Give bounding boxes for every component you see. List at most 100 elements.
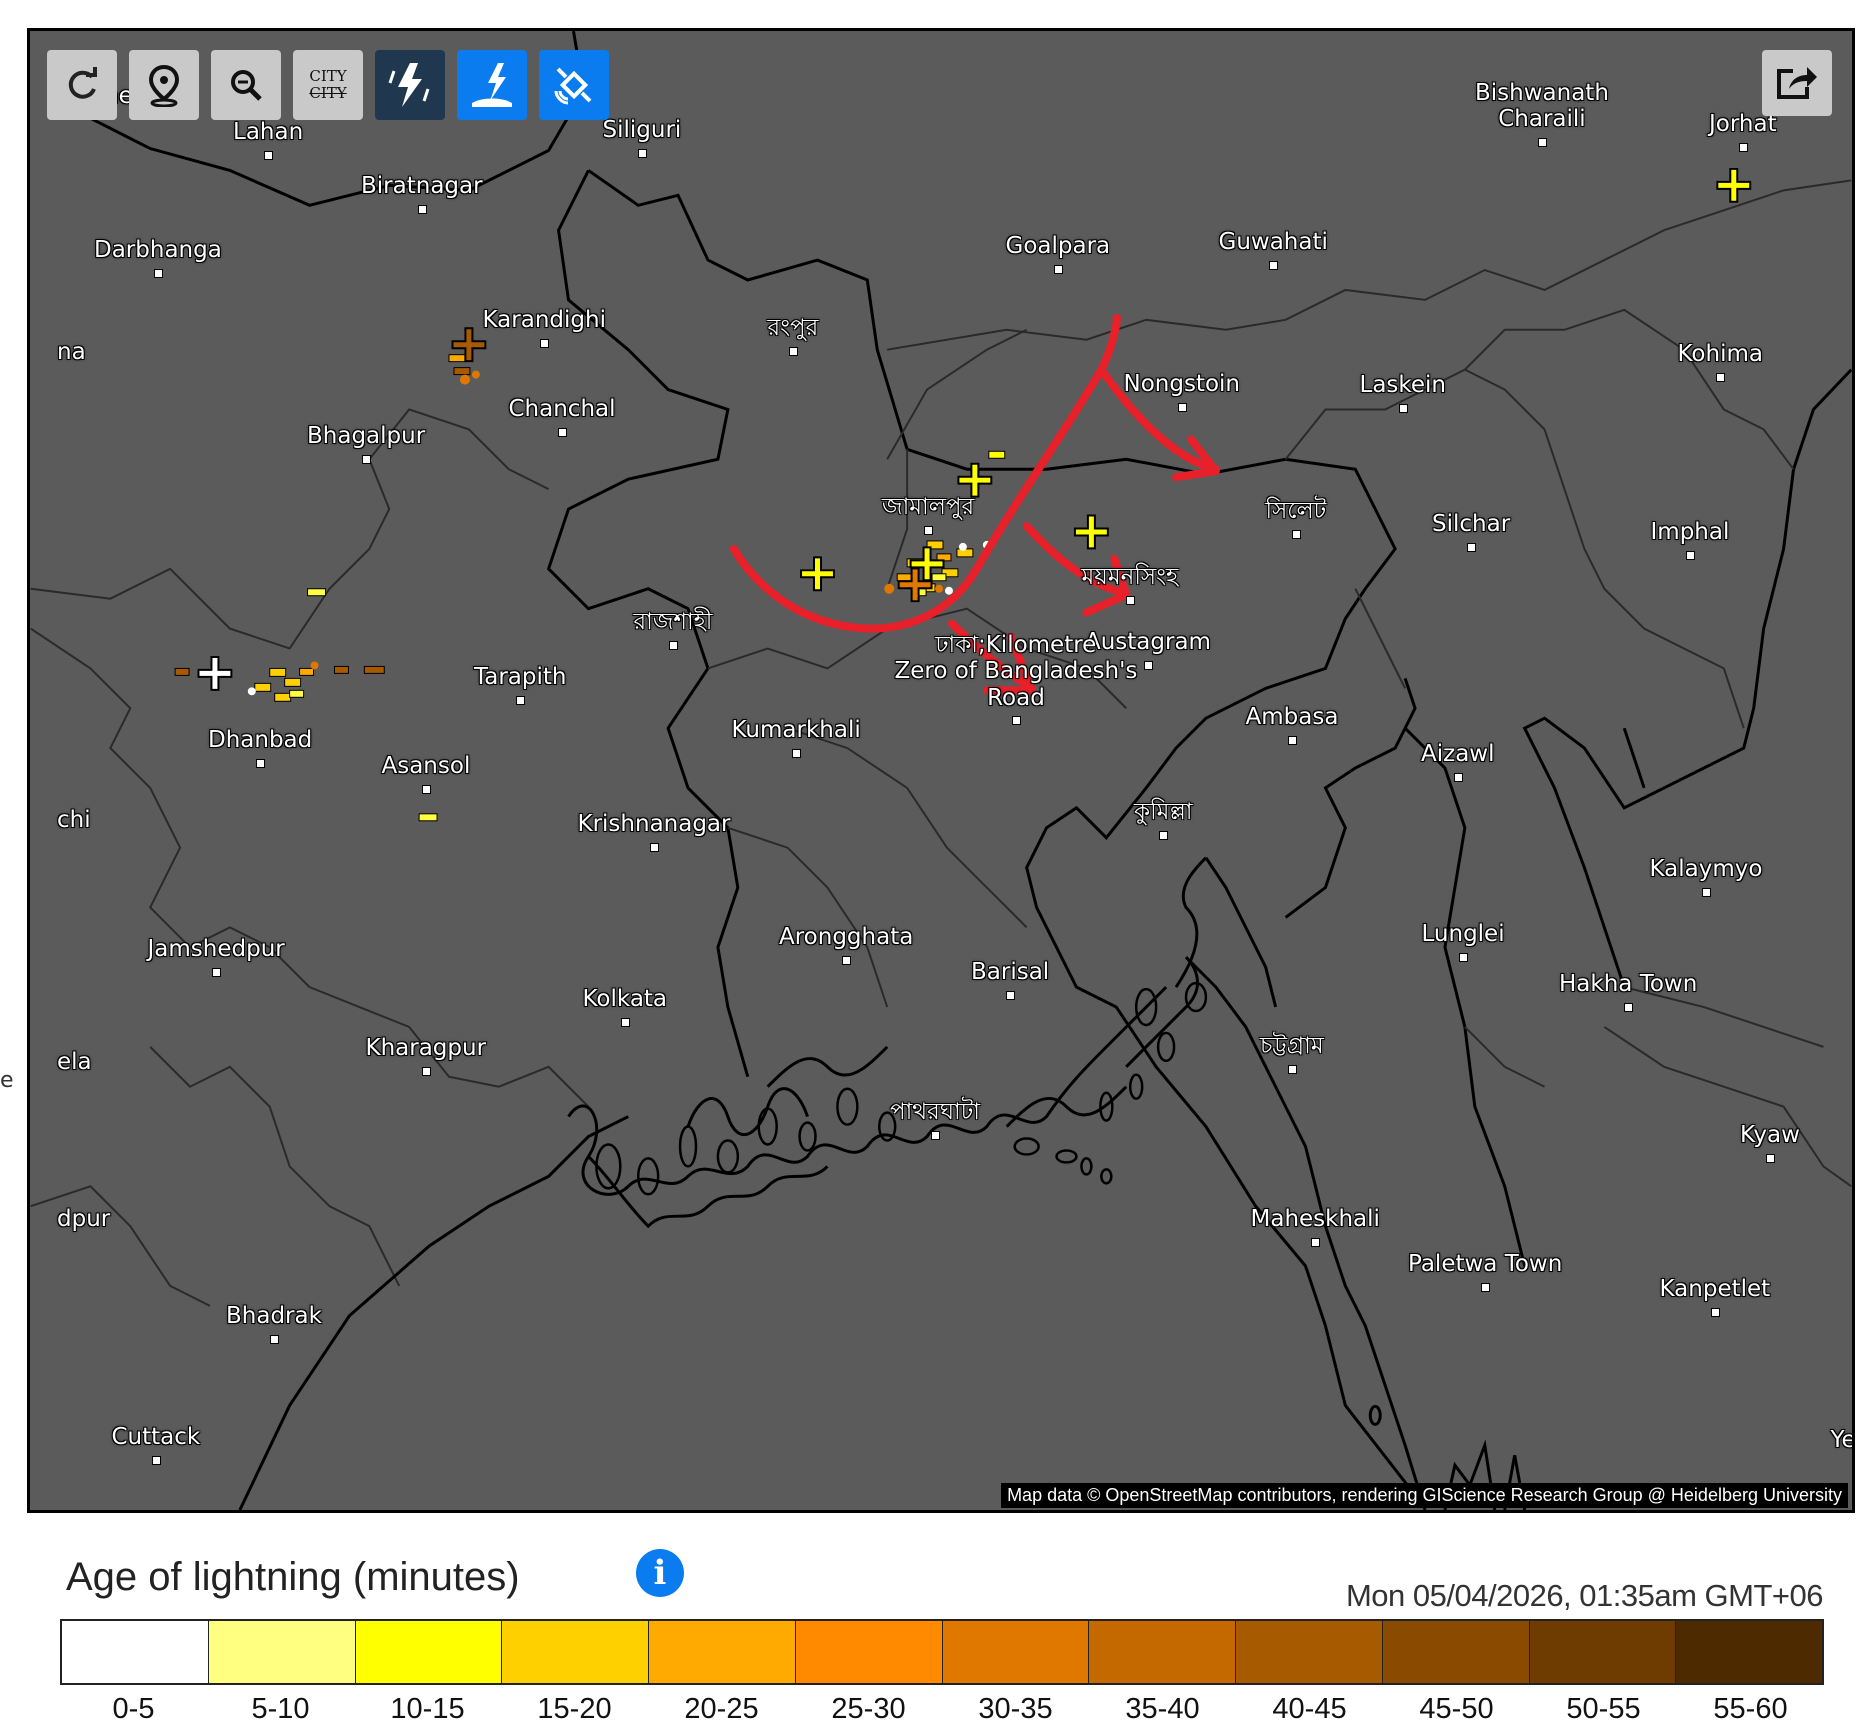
city-marker	[1739, 143, 1748, 152]
city-marker	[1766, 1154, 1775, 1163]
city-label: ঢাকা;Kilometre Zero of Bangladesh's Road	[894, 632, 1138, 711]
city-label: Siliguri	[602, 117, 682, 143]
scale-label: 55-60	[1713, 1693, 1788, 1725]
city-label: Biratnagar	[361, 173, 483, 199]
city-label: Imphal	[1650, 519, 1730, 545]
city-marker	[1054, 265, 1063, 274]
city-label: কুমিল্লা	[1134, 799, 1193, 825]
city-label: জামালপুর	[882, 494, 975, 520]
city-label: Bishwanath Charaili	[1475, 80, 1609, 133]
satellite-button[interactable]	[539, 50, 609, 120]
city-marker	[789, 347, 798, 356]
city-marker	[842, 956, 851, 965]
city-label: Goalpara	[1005, 233, 1111, 259]
age-scale-labels: 0-5 5-10 10-15 15-20 20-25 25-30 30-35 35-40 40-…	[60, 1693, 1824, 1726]
city-marker	[924, 526, 933, 535]
city-marker	[1006, 991, 1015, 1000]
city-marker	[422, 1067, 431, 1076]
scale-label: 0-5	[112, 1693, 155, 1725]
city-label: Dhanbad	[208, 727, 313, 753]
city-marker	[1178, 403, 1187, 412]
city-marker	[422, 785, 431, 794]
scale-label: 25-30	[831, 1693, 906, 1725]
city-label: Kohima	[1677, 341, 1763, 367]
city-marker	[1716, 373, 1725, 382]
lightning-map[interactable]: Lahan Siliguri Biratnagar Darbhanga Goalpara…	[27, 28, 1855, 1513]
location-pin-icon	[148, 64, 180, 107]
city-label: Lahan	[233, 119, 304, 145]
city-label: Kalaymyo	[1649, 856, 1763, 882]
city-label: Silchar	[1432, 511, 1511, 537]
scale-swatch	[942, 1621, 1090, 1683]
city-marker	[931, 1131, 940, 1140]
city-marker	[1288, 736, 1297, 745]
edge-city-label: na	[57, 339, 86, 365]
city-marker	[1459, 953, 1468, 962]
scale-swatch	[502, 1621, 649, 1683]
city-marker	[1702, 888, 1711, 897]
timestamp: Mon 05/04/2026, 01:35am GMT+06	[1345, 1578, 1824, 1613]
map-base-layer	[30, 31, 1852, 1510]
city-marker	[1126, 596, 1135, 605]
city-label: Asansol	[381, 753, 471, 779]
scale-swatch	[355, 1621, 503, 1683]
city-label: Kanpetlet	[1659, 1276, 1771, 1302]
page-edge-text: e	[0, 1068, 14, 1093]
city-label: Hakha Town	[1559, 971, 1698, 997]
zoom-button[interactable]	[211, 50, 281, 120]
zoom-out-icon	[231, 70, 262, 101]
city-marker	[792, 749, 801, 758]
city-marker	[418, 205, 427, 214]
refresh-button[interactable]	[47, 50, 117, 120]
city-marker	[638, 149, 647, 158]
city-marker	[1686, 551, 1695, 560]
city-label: Chanchal	[508, 396, 616, 422]
age-color-scale	[60, 1619, 1824, 1685]
refresh-icon	[68, 67, 97, 99]
city-label: Bhagalpur	[307, 423, 426, 449]
city-marker	[154, 269, 163, 278]
city-label: Arongghata	[779, 924, 914, 950]
city-label: ময়মনসিংহ	[1081, 564, 1179, 590]
city-marker	[650, 843, 659, 852]
city-label: Maheskhali	[1250, 1206, 1380, 1232]
city-label: পাথরঘাটা	[890, 1099, 980, 1125]
city-label: Kolkata	[582, 986, 668, 1012]
city-label: Ambasa	[1245, 704, 1339, 730]
legend-title: Age of lightning (minutes)	[66, 1555, 520, 1599]
scale-swatch	[795, 1621, 943, 1683]
city-labels-button[interactable]: CITY CITY	[293, 50, 363, 120]
city-marker	[152, 1456, 161, 1465]
satellite-icon	[554, 67, 592, 105]
city-marker	[1311, 1238, 1320, 1247]
city-label: Jamshedpur	[147, 936, 285, 962]
city-marker	[558, 428, 567, 437]
scale-label: 40-45	[1272, 1693, 1347, 1725]
city-marker	[1538, 138, 1547, 147]
city-label: Bhadrak	[226, 1303, 322, 1329]
scale-swatch	[1236, 1621, 1383, 1683]
city-marker	[669, 641, 678, 650]
lightning-layer-button[interactable]	[375, 50, 445, 120]
scale-swatch	[1382, 1621, 1530, 1683]
city-label: Paletwa Town	[1408, 1251, 1563, 1277]
city-label: Yenang	[1830, 1427, 1855, 1453]
scale-label: 45-50	[1419, 1693, 1494, 1725]
city-label: Aizawl	[1421, 741, 1495, 767]
info-icon[interactable]: i	[636, 1549, 684, 1597]
locate-button[interactable]	[129, 50, 199, 120]
city-label: Kumarkhali	[731, 717, 861, 743]
city-marker	[1144, 661, 1153, 670]
scale-label: 10-15	[390, 1693, 465, 1725]
city-marker	[1481, 1283, 1490, 1292]
city-label: Darbhanga	[94, 237, 222, 263]
city-label: Kharagpur	[365, 1035, 487, 1061]
share-button[interactable]	[1762, 50, 1832, 116]
lightning-ground-button[interactable]	[457, 50, 527, 120]
city-label: Tarapith	[474, 664, 567, 690]
city-label: Krishnanagar	[577, 811, 731, 837]
scale-swatch	[1676, 1621, 1822, 1683]
country-borders	[74, 31, 1852, 1496]
scale-label: 50-55	[1566, 1693, 1641, 1725]
city-marker	[256, 759, 265, 768]
